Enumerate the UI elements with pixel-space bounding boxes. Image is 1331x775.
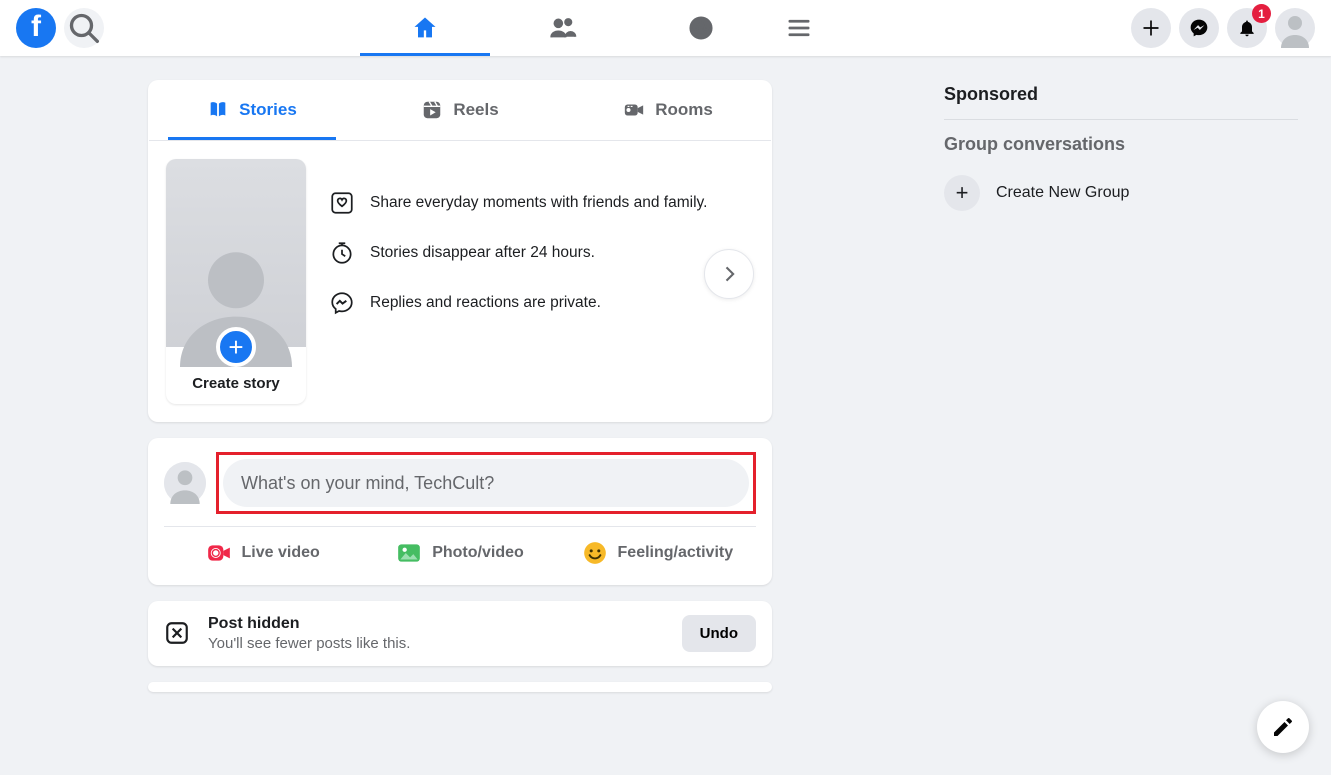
story-info-item: Share everyday moments with friends and …	[328, 189, 754, 217]
topbar-center-nav	[360, 0, 1031, 56]
edit-icon	[1271, 715, 1295, 739]
compose-card: What's on your mind, TechCult? Live vide…	[148, 438, 772, 585]
clock-icon	[328, 239, 356, 267]
main-layout: Stories Reels Rooms + Creat	[0, 56, 1331, 692]
right-rail: Sponsored Group conversations + Create N…	[944, 80, 1314, 692]
friends-icon	[549, 14, 577, 42]
nav-home[interactable]	[360, 0, 490, 56]
live-video-icon	[206, 540, 232, 566]
story-info-item: Stories disappear after 24 hours.	[328, 239, 754, 267]
smiley-icon	[582, 540, 608, 566]
compose-placeholder: What's on your mind, TechCult?	[241, 473, 494, 494]
gap-spacer	[772, 80, 944, 692]
plus-icon: +	[944, 175, 980, 211]
tab-stories-label: Stories	[239, 100, 297, 120]
new-message-fab[interactable]	[1257, 701, 1309, 753]
groups-icon	[687, 14, 715, 42]
messenger-outline-icon	[328, 289, 356, 317]
notifications-button[interactable]: 1	[1227, 8, 1267, 48]
tab-rooms[interactable]: Rooms	[564, 80, 772, 140]
story-info-text: Replies and reactions are private.	[370, 294, 601, 312]
chevron-right-icon	[719, 264, 739, 284]
messenger-button[interactable]	[1179, 8, 1219, 48]
search-button[interactable]	[64, 8, 104, 48]
hidden-text: Post hidden You'll see fewer posts like …	[208, 615, 666, 652]
plus-icon	[1141, 18, 1161, 38]
undo-button[interactable]: Undo	[682, 615, 756, 652]
group-conversations-heading: Group conversations	[944, 120, 1298, 167]
sponsored-heading: Sponsored	[944, 80, 1298, 119]
live-video-button[interactable]: Live video	[164, 531, 361, 575]
compose-highlight: What's on your mind, TechCult?	[216, 452, 756, 514]
photo-icon	[396, 540, 422, 566]
hidden-icon	[164, 620, 192, 648]
stories-next-button[interactable]	[704, 249, 754, 299]
create-story-tile[interactable]: + Create story	[166, 159, 306, 404]
nav-friends[interactable]	[498, 0, 628, 56]
search-icon	[64, 8, 104, 48]
feed-column: Stories Reels Rooms + Creat	[148, 80, 772, 692]
video-icon	[623, 99, 645, 121]
divider	[164, 526, 756, 527]
avatar-placeholder	[166, 159, 306, 347]
facebook-logo[interactable]: f	[16, 8, 56, 48]
create-button[interactable]	[1131, 8, 1171, 48]
nav-menu[interactable]	[774, 0, 824, 56]
tab-reels[interactable]: Reels	[356, 80, 564, 140]
nav-groups[interactable]	[636, 0, 766, 56]
compose-actions: Live video Photo/video Feeling/activity	[164, 531, 756, 575]
book-icon	[207, 99, 229, 121]
feeling-activity-button[interactable]: Feeling/activity	[559, 531, 756, 575]
reels-icon	[421, 99, 443, 121]
photo-video-label: Photo/video	[432, 544, 524, 562]
story-info-item: Replies and reactions are private.	[328, 289, 754, 317]
story-info-text: Share everyday moments with friends and …	[370, 194, 707, 212]
feeling-activity-label: Feeling/activity	[618, 544, 734, 562]
home-icon	[411, 14, 439, 42]
post-hidden-card: Post hidden You'll see fewer posts like …	[148, 601, 772, 666]
tab-reels-label: Reels	[453, 100, 498, 120]
hidden-title: Post hidden	[208, 615, 666, 633]
topbar-left: f	[0, 8, 360, 48]
story-info-list: Share everyday moments with friends and …	[328, 159, 754, 317]
person-icon	[164, 462, 206, 504]
live-video-label: Live video	[242, 544, 320, 562]
create-new-group-button[interactable]: + Create New Group	[944, 167, 1298, 219]
tab-stories[interactable]: Stories	[148, 80, 356, 140]
compose-avatar[interactable]	[164, 462, 206, 504]
account-avatar[interactable]	[1275, 8, 1315, 48]
menu-icon	[785, 14, 813, 42]
tab-rooms-label: Rooms	[655, 100, 713, 120]
next-card-peek	[148, 682, 772, 692]
create-new-group-label: Create New Group	[996, 184, 1129, 202]
compose-input[interactable]: What's on your mind, TechCult?	[223, 459, 749, 507]
hidden-subtitle: You'll see fewer posts like this.	[208, 635, 666, 652]
plus-icon: +	[216, 327, 256, 367]
messenger-icon	[1189, 18, 1209, 38]
top-navbar: f 1	[0, 0, 1331, 56]
photo-heart-icon	[328, 189, 356, 217]
story-info-text: Stories disappear after 24 hours.	[370, 244, 595, 262]
notification-badge: 1	[1252, 4, 1271, 23]
topbar-right: 1	[1031, 8, 1331, 48]
photo-video-button[interactable]: Photo/video	[361, 531, 558, 575]
stories-tabs: Stories Reels Rooms	[148, 80, 772, 140]
left-spacer	[0, 80, 148, 692]
bell-icon	[1237, 18, 1257, 38]
person-icon	[1275, 8, 1315, 48]
compose-top: What's on your mind, TechCult?	[164, 452, 756, 514]
stories-body: + Create story Share everyday moments wi…	[148, 141, 772, 422]
stories-card: Stories Reels Rooms + Creat	[148, 80, 772, 422]
